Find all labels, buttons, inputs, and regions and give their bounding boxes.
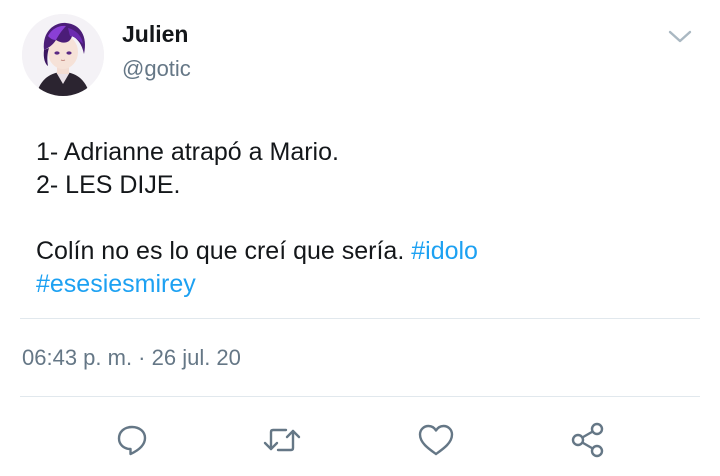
divider [20,396,700,397]
tweet-menu-button[interactable] [666,26,694,46]
tweet-actions [0,418,720,462]
divider [20,318,700,319]
tweet-text: 1- Adrianne atrapó a Mario. 2- LES DIJE.… [36,136,696,301]
chevron-down-icon [668,30,692,43]
retweet-icon [263,428,301,452]
author-block[interactable]: Julien @gotic [122,20,191,82]
heart-icon [418,424,454,456]
reply-icon [117,425,147,456]
hashtag-link[interactable]: #esesiesmirey [36,270,196,298]
hashtag-link[interactable]: #idolo [411,237,478,265]
author-display-name[interactable]: Julien [122,20,191,48]
like-button[interactable] [414,418,458,462]
avatar[interactable] [22,14,104,96]
tweet-text-line: #esesiesmirey [36,268,696,301]
tweet-text-line: 2- LES DIJE. [36,171,181,199]
tweet-text-line: 1- Adrianne atrapó a Mario. [36,138,339,166]
tweet-text-segment: Colín no es lo que creí que sería. [36,237,412,265]
avatar-image [22,14,104,96]
share-button[interactable] [566,418,610,462]
retweet-button[interactable] [260,418,304,462]
reply-button[interactable] [110,418,154,462]
tweet-card: Julien @gotic 1- Adrianne atrapó a Mario… [0,0,720,476]
tweet-timestamp[interactable]: 06:43 p. m. · 26 jul. 20 [22,344,241,372]
tweet-text-line: Colín no es lo que creí que sería. #idol… [36,235,696,268]
share-icon [571,422,604,458]
author-handle[interactable]: @gotic [122,56,191,82]
